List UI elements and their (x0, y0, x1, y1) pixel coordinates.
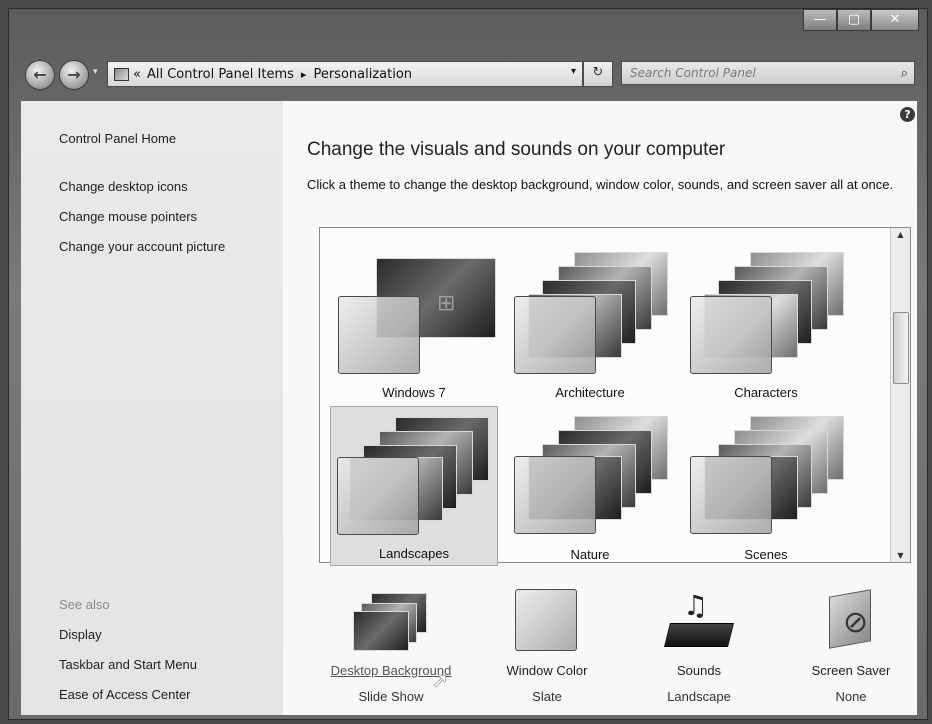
theme-architecture[interactable]: Architecture (506, 244, 674, 404)
main-content-pane: ? Change the visuals and sounds on your … (283, 101, 917, 715)
address-bar[interactable]: « All Control Panel Items ▸ Personalizat… (107, 61, 583, 87)
screen-saver-setting[interactable]: ⊘ Screen Saver None (773, 579, 929, 709)
display-link[interactable]: Display (59, 627, 102, 642)
window-color-icon (515, 589, 577, 651)
see-also-heading: See also (59, 597, 110, 612)
breadcrumb-all-control-panel-items[interactable]: All Control Panel Items (147, 67, 294, 82)
search-placeholder: Search Control Panel (630, 66, 756, 80)
theme-name: Architecture (555, 385, 625, 400)
theme-name: Nature (570, 547, 610, 562)
breadcrumb-personalization[interactable]: Personalization (313, 67, 412, 82)
navigation-bar: ← → ▾ « All Control Panel Items ▸ Person… (21, 59, 917, 90)
scroll-thumb[interactable] (893, 312, 909, 384)
maximize-button[interactable]: ▢ (837, 9, 871, 31)
control-panel-home-link[interactable]: Control Panel Home (59, 131, 176, 146)
theme-color-swatch (338, 296, 420, 374)
theme-name: Characters (734, 385, 798, 400)
scroll-up-arrow-icon[interactable]: ▲ (891, 230, 910, 239)
theme-color-swatch (690, 456, 772, 534)
theme-name: Scenes (744, 547, 788, 562)
window-color-setting[interactable]: Window Color Slate (469, 579, 625, 709)
theme-name: Landscapes (378, 546, 450, 561)
recent-pages-dropdown[interactable]: ▾ (93, 67, 98, 77)
refresh-icon: ↻ (592, 65, 604, 80)
desktop-background-icon (353, 589, 429, 651)
sounds-icon: ♫ (661, 589, 737, 651)
forward-button[interactable]: → (59, 60, 89, 90)
sounds-value: Landscape (667, 689, 731, 704)
page-title: Change the visuals and sounds on your co… (307, 139, 726, 160)
ease-of-access-center-link[interactable]: Ease of Access Center (59, 687, 191, 702)
theme-gallery-scrollbar[interactable]: ▲ ▼ (890, 228, 910, 562)
sounds-setting[interactable]: ♫ Sounds Landscape (621, 579, 777, 709)
close-button[interactable]: ✕ (871, 9, 919, 31)
theme-gallery: ⊞ Windows 7 Architecture Characters Land… (319, 227, 911, 566)
control-panel-icon (114, 67, 129, 81)
theme-color-swatch (514, 296, 596, 374)
search-icon[interactable]: ⌕ (901, 66, 908, 81)
sounds-link[interactable]: Sounds (621, 663, 777, 678)
theme-landscapes[interactable]: Landscapes (330, 406, 498, 566)
theme-nature[interactable]: Nature (506, 406, 674, 566)
theme-color-swatch (690, 296, 772, 374)
change-desktop-icons-link[interactable]: Change desktop icons (59, 179, 188, 194)
change-account-picture-link[interactable]: Change your account picture (59, 239, 225, 254)
mouse-cursor-icon: ➚ (432, 668, 449, 692)
theme-color-swatch (337, 457, 419, 535)
breadcrumb-separator-icon[interactable]: ▸ (301, 68, 307, 81)
theme-color-swatch (514, 456, 596, 534)
page-description: Click a theme to change the desktop back… (307, 177, 894, 192)
theme-windows-7[interactable]: ⊞ Windows 7 (330, 244, 498, 404)
help-icon[interactable]: ? (900, 107, 915, 122)
screen-saver-link[interactable]: Screen Saver (773, 663, 929, 678)
minimize-button[interactable]: — (803, 9, 837, 31)
theme-name: Windows 7 (382, 385, 446, 400)
address-dropdown-icon[interactable]: ▾ (571, 66, 576, 77)
refresh-button[interactable]: ↻ (583, 61, 613, 87)
window-color-value: Slate (532, 689, 562, 704)
window-controls: — ▢ ✕ (803, 9, 919, 31)
theme-scenes[interactable]: Scenes (682, 406, 850, 566)
back-button[interactable]: ← (25, 60, 55, 90)
change-mouse-pointers-link[interactable]: Change mouse pointers (59, 209, 197, 224)
scroll-down-arrow-icon[interactable]: ▼ (891, 551, 910, 560)
window-color-link[interactable]: Window Color (469, 663, 625, 678)
search-input[interactable]: Search Control Panel ⌕ (621, 61, 915, 85)
forward-arrow-icon: → (67, 65, 81, 84)
back-arrow-icon: ← (33, 65, 47, 84)
taskbar-start-menu-link[interactable]: Taskbar and Start Menu (59, 657, 197, 672)
personalization-window: — ▢ ✕ ← → ▾ « All Control Panel Items ▸ … (8, 8, 928, 720)
theme-characters[interactable]: Characters (682, 244, 850, 404)
screen-saver-icon: ⊘ (813, 589, 889, 651)
screen-saver-value: None (835, 689, 867, 704)
left-navigation-pane: Control Panel Home Change desktop icons … (21, 101, 283, 715)
address-overflow-chevron[interactable]: « (133, 67, 141, 82)
windows-logo-icon: ⊞ (437, 291, 456, 316)
